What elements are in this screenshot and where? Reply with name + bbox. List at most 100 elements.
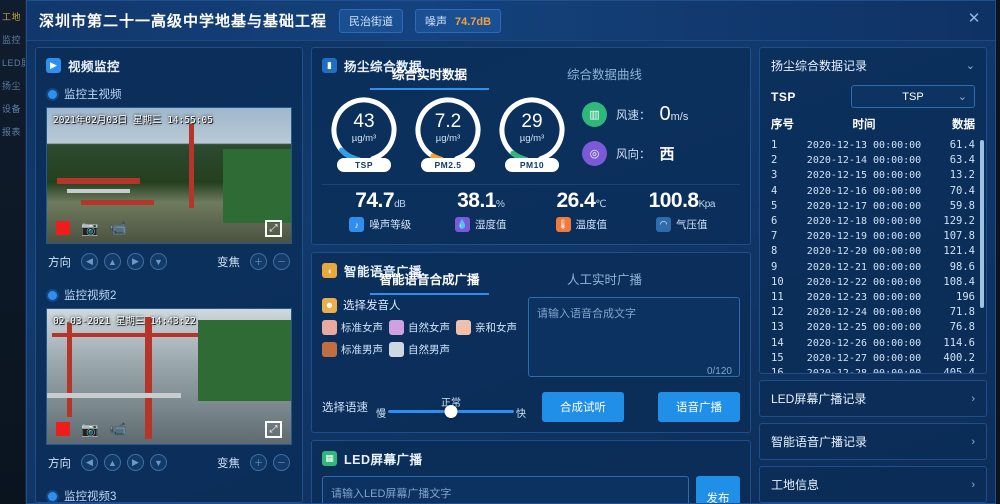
tilt-down-button[interactable]: ▼ (150, 454, 167, 471)
led-records-accordion[interactable]: LED屏幕广播记录 › (759, 380, 987, 417)
preview-button[interactable]: 合成试听 (542, 392, 624, 422)
records-scrollbar[interactable] (980, 140, 984, 308)
table-row[interactable]: 3 2020-12-15 00:00:00 13.2 (771, 168, 975, 183)
record-icon[interactable] (56, 422, 70, 436)
table-row[interactable]: 5 2020-12-17 00:00:00 59.8 (771, 199, 975, 214)
pan-right-button[interactable]: ▶ (127, 454, 144, 471)
bullet-dot-icon (48, 491, 57, 501)
table-row[interactable]: 13 2020-12-25 00:00:00 76.8 (771, 320, 975, 335)
pan-right-button[interactable]: ▶ (127, 253, 144, 270)
camera-icon[interactable]: 📷 (81, 221, 98, 235)
table-row[interactable]: 15 2020-12-27 00:00:00 400.2 (771, 351, 975, 366)
site-info-header[interactable]: 工地信息 › (760, 467, 986, 502)
video-player-1[interactable]: 2021年02月03日 星期三 14:55:05 📷 📹 ⤢ (46, 107, 292, 244)
voice-option-standard-male[interactable]: 标准男声 (322, 342, 383, 357)
table-row[interactable]: 7 2020-12-19 00:00:00 107.8 (771, 229, 975, 244)
cell-time: 2020-12-24 00:00:00 (806, 307, 922, 319)
tilt-up-button[interactable]: ▲ (104, 253, 121, 270)
table-row[interactable]: 10 2020-12-22 00:00:00 108.4 (771, 275, 975, 290)
fullscreen-icon[interactable]: ⤢ (265, 219, 282, 237)
background-menu-item: 报表 (2, 127, 22, 137)
cell-value: 196 (956, 291, 975, 304)
speaker-section-header: ☻ 选择发音人 (322, 297, 518, 313)
metric-select[interactable]: TSP ⌄ (851, 85, 975, 108)
tab-realtime-data[interactable]: 综合实时数据 (342, 61, 517, 90)
voice-records-header[interactable]: 智能语音广播记录 › (760, 424, 986, 459)
cell-value: 13.2 (949, 169, 975, 182)
wind-direction-value: 西 (659, 146, 675, 163)
stat-label: 气压值 (676, 219, 708, 231)
table-row[interactable]: 162020-12-28 00:00:00405.4 (771, 366, 975, 373)
camera-label-2[interactable]: 监控视频2 (36, 280, 302, 308)
cell-time: 2020-12-14 00:00:00 (806, 155, 922, 167)
table-row[interactable]: 9 2020-12-21 00:00:00 98.6 (771, 260, 975, 275)
speed-slow-label: 慢 (376, 409, 386, 420)
table-row[interactable]: 1 2020-12-13 00:00:00 61.4 (771, 138, 975, 153)
camera-icon[interactable]: 📷 (81, 422, 98, 436)
gauge-value: 7.2 (434, 111, 462, 132)
video-icon[interactable]: 📹 (109, 221, 126, 235)
led-records-header[interactable]: LED屏幕广播记录 › (760, 381, 986, 416)
tilt-down-button[interactable]: ▼ (150, 253, 167, 270)
voice-broadcast-panel: ◖ 智能语音广播 智能语音合成广播 人工实时广播 ☻ 选择发音人 标准女声 自然… (311, 252, 751, 433)
table-row[interactable]: 8 2020-12-20 00:00:00 121.4 (771, 244, 975, 259)
close-icon[interactable]: ✕ (965, 9, 983, 27)
zoom-label: 变焦 (217, 457, 240, 470)
zoom-out-button[interactable]: － (273, 253, 290, 270)
camera-name: 监控主视频 (64, 89, 122, 101)
stat-noise: 74.7dB ♪ 噪声等级 (330, 189, 431, 232)
zoom-out-button[interactable]: － (273, 454, 290, 471)
video-scroll-area[interactable]: ▶ 视频监控 监控主视频 2021年02月03日 星期三 14:55:05 📷 … (36, 48, 302, 502)
cell-time: 2020-12-15 00:00:00 (806, 170, 922, 182)
voice-option-standard-female[interactable]: 标准女声 (322, 320, 383, 335)
site-info-accordion[interactable]: 工地信息 › (759, 466, 987, 503)
stat-label-row: ♪ 噪声等级 (330, 217, 431, 232)
cell-value: 121.4 (943, 245, 975, 258)
video-icon[interactable]: 📹 (109, 422, 126, 436)
record-icon[interactable] (56, 221, 70, 235)
table-row[interactable]: 6 2020-12-18 00:00:00 129.2 (771, 214, 975, 229)
voice-records-accordion[interactable]: 智能语音广播记录 › (759, 423, 987, 460)
video-timestamp: 02-03-2021 星期三 14:43:22 (53, 316, 196, 327)
pan-left-button[interactable]: ◀ (81, 454, 98, 471)
cell-value: 63.4 (949, 154, 975, 167)
table-row[interactable]: 12 2020-12-24 00:00:00 71.8 (771, 305, 975, 320)
table-row[interactable]: 11 2020-12-23 00:00:00 196 (771, 290, 975, 305)
slider-handle[interactable] (444, 405, 458, 418)
records-panel-header[interactable]: 扬尘综合数据记录 ⌄ (760, 48, 986, 83)
stat-label: 温度值 (575, 219, 608, 231)
voice-option-affinity-female[interactable]: 亲和女声 (456, 320, 517, 335)
zoom-in-button[interactable]: ＋ (250, 454, 267, 471)
tab-voice-synthesis[interactable]: 智能语音合成广播 (342, 266, 517, 295)
synthesis-textarea[interactable] (528, 297, 740, 377)
led-text-input[interactable] (322, 476, 689, 503)
voice-option-natural-female[interactable]: 自然女声 (389, 320, 450, 335)
speed-slider[interactable]: 正常 慢 快 (376, 396, 526, 420)
table-row[interactable]: 14 2020-12-26 00:00:00 114.6 (771, 336, 975, 351)
zoom-in-button[interactable]: ＋ (250, 253, 267, 270)
table-row[interactable]: 2 2020-12-14 00:00:00 63.4 (771, 153, 975, 168)
camera-label-3[interactable]: 监控视频3 (36, 481, 302, 502)
cell-index: 1 (771, 139, 778, 151)
pan-left-button[interactable]: ◀ (81, 253, 98, 270)
voice-option-natural-male[interactable]: 自然男声 (389, 342, 450, 357)
video-player-2[interactable]: 02-03-2021 星期三 14:43:22 📷 📹 ⤢ (46, 308, 292, 445)
publish-button[interactable]: 发布 (696, 476, 740, 503)
table-row[interactable]: 4 2020-12-16 00:00:00 70.4 (771, 184, 975, 199)
wind-speed-value: 0m/s (660, 103, 689, 126)
gauge-ring: 43 µg/m³ (328, 94, 400, 166)
background-sidebar: 工地 监控 LED屏 扬尘 设备 报表 (0, 0, 26, 504)
speaker-icon: ◖ (322, 263, 337, 278)
broadcast-button[interactable]: 语音广播 (658, 392, 740, 422)
gauge-pm25: 7.2 µg/m³ PM2.5 (406, 94, 490, 172)
gauge-readout: 43 µg/m³ (328, 94, 400, 166)
cell-value: 98.6 (949, 260, 975, 273)
compass-icon: ◎ (582, 141, 607, 166)
tab-manual-broadcast[interactable]: 人工实时广播 (517, 266, 692, 295)
tilt-up-button[interactable]: ▲ (104, 454, 121, 471)
camera-label-1[interactable]: 监控主视频 (36, 79, 302, 107)
fullscreen-icon[interactable]: ⤢ (265, 420, 282, 438)
tab-data-curve[interactable]: 综合数据曲线 (517, 61, 692, 90)
cell-time: 2020-12-21 00:00:00 (806, 261, 922, 273)
records-table-body[interactable]: 1 2020-12-13 00:00:00 61.4 2 2020-12-14 00:0… (760, 138, 986, 373)
